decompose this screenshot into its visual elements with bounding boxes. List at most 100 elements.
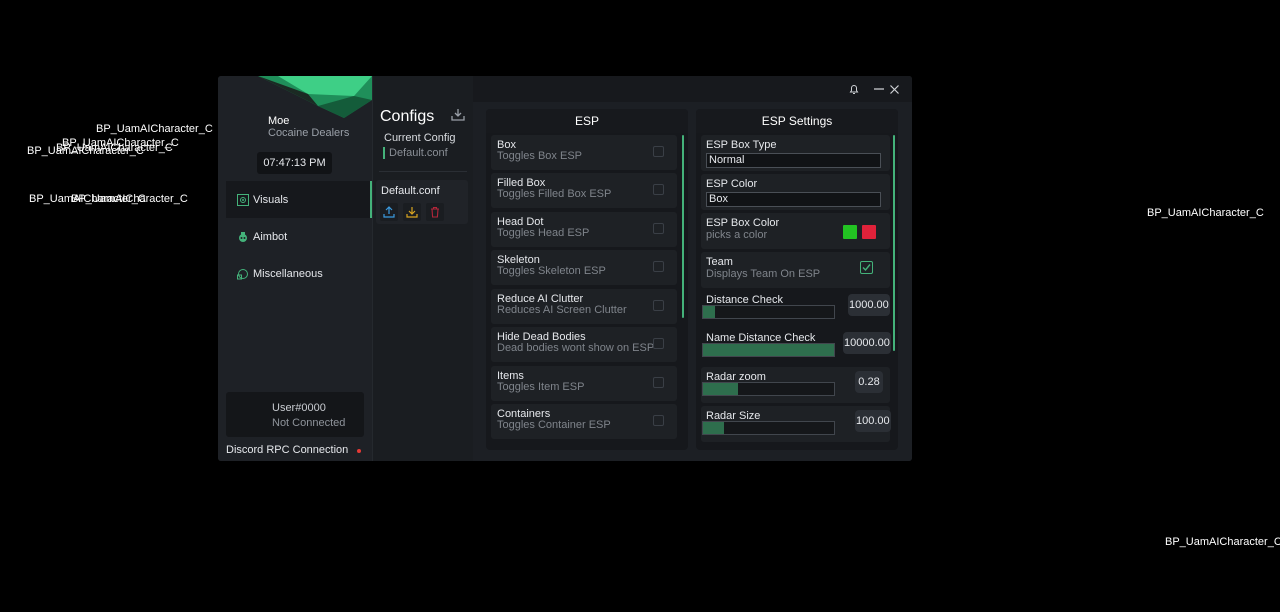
esp-toggle-reduce-ai-clutter[interactable]: Reduce AI Clutter Reduces AI Screen Clut… <box>491 289 677 324</box>
title-bar <box>473 76 912 102</box>
slider-track[interactable] <box>702 305 835 319</box>
setting-label: ESP Box Type <box>706 139 777 151</box>
esp-toggle-head-dot[interactable]: Head Dot Toggles Head ESP <box>491 212 677 247</box>
load-config-button[interactable] <box>403 203 421 221</box>
upload-config-button[interactable] <box>380 203 398 221</box>
checkmark-icon <box>862 264 871 272</box>
esp-toggle-box[interactable]: Box Toggles Box ESP <box>491 135 677 170</box>
main-area: ESP Box Toggles Box ESP Filled Box Toggl… <box>473 76 912 461</box>
box-color-setting: ESP Box Color picks a color <box>701 213 890 249</box>
overlay-label: BP_UamAICharacter_C <box>71 193 188 205</box>
setting-label: Team <box>706 256 733 268</box>
esp-scrollbar[interactable] <box>682 135 684 318</box>
esp-color-setting: ESP Color Box <box>701 174 890 210</box>
download-icon <box>451 109 465 121</box>
configs-title: Configs <box>380 108 435 125</box>
slider-fill <box>703 383 739 395</box>
radar-size-slider: Radar Size 100.00 <box>701 406 891 442</box>
config-item-name: Default.conf <box>381 185 440 197</box>
misc-icon <box>237 268 249 280</box>
checkbox[interactable] <box>653 300 664 311</box>
radar-zoom-slider: Radar zoom 0.28 <box>701 367 890 403</box>
team-checkbox[interactable] <box>860 261 873 274</box>
sidebar-item-visuals[interactable]: Visuals <box>226 181 372 218</box>
name-distance-check-slider: Name Distance Check 10000.00 <box>701 328 891 364</box>
user-name: User#0000 <box>272 402 326 414</box>
overlay-label: BP_UamAICharacter_C <box>1147 207 1264 219</box>
profile-subtitle: Cocaine Dealers <box>268 127 350 139</box>
minimize-icon <box>874 88 884 90</box>
toggle-description: Toggles Box ESP <box>497 150 582 162</box>
esp-toggle-filled-box[interactable]: Filled Box Toggles Filled Box ESP <box>491 173 677 208</box>
profile-name: Moe <box>268 115 290 127</box>
overlay-label: BP_UamAICharacter_C <box>1165 536 1280 548</box>
esp-color-select[interactable]: Box <box>706 192 881 207</box>
esp-panel: ESP Box Toggles Box ESP Filled Box Toggl… <box>486 109 688 450</box>
setting-label: ESP Box Color <box>706 217 780 229</box>
toggle-description: Reduces AI Screen Clutter <box>497 304 627 316</box>
save-config-button[interactable] <box>447 104 469 126</box>
close-button[interactable] <box>888 83 900 95</box>
esp-toggle-containers[interactable]: Containers Toggles Container ESP <box>491 404 677 439</box>
sidebar-item-label: Miscellaneous <box>253 267 323 280</box>
sidebar-item-aimbot[interactable]: Aimbot <box>226 218 372 255</box>
visuals-icon <box>237 193 249 206</box>
slider-value: 10000.00 <box>843 332 891 354</box>
setting-description: picks a color <box>706 229 768 241</box>
esp-toggle-hide-dead-bodies[interactable]: Hide Dead Bodies Dead bodies wont show o… <box>491 327 677 362</box>
slider-value: 100.00 <box>855 410 891 432</box>
settings-scrollbar[interactable] <box>893 135 895 351</box>
checkbox[interactable] <box>653 415 664 426</box>
distance-check-slider: Distance Check 1000.00 <box>701 290 890 326</box>
user-card: User#0000 Not Connected <box>226 392 364 437</box>
slider-track[interactable] <box>702 382 835 396</box>
minimize-button[interactable] <box>873 83 885 95</box>
config-item[interactable]: Default.conf <box>376 180 468 224</box>
bell-icon <box>849 85 859 94</box>
checkbox[interactable] <box>653 377 664 388</box>
cheat-menu-window: Moe Cocaine Dealers 07:47:13 PM Visuals … <box>218 76 912 461</box>
overlay-label: BP_UamAICharacter_C <box>96 123 213 135</box>
slider-value: 1000.00 <box>848 294 890 316</box>
setting-description: Displays Team On ESP <box>706 268 821 280</box>
slider-track[interactable] <box>702 343 835 357</box>
slider-fill <box>703 306 715 318</box>
upload-icon <box>383 206 395 218</box>
toggle-description: Toggles Filled Box ESP <box>497 188 612 200</box>
divider <box>379 171 467 172</box>
delete-config-button[interactable] <box>426 203 444 221</box>
esp-toggle-items[interactable]: Items Toggles Item ESP <box>491 366 677 401</box>
toggle-description: Toggles Item ESP <box>497 381 585 393</box>
esp-toggle-skeleton[interactable]: Skeleton Toggles Skeleton ESP <box>491 250 677 285</box>
secondary-color-swatch[interactable] <box>862 225 876 239</box>
aimbot-icon <box>237 231 249 243</box>
checkbox[interactable] <box>653 146 664 157</box>
slider-value: 0.28 <box>855 371 883 393</box>
checkbox[interactable] <box>653 223 664 234</box>
clock: 07:47:13 PM <box>257 152 332 174</box>
esp-settings-title: ESP Settings <box>696 109 898 133</box>
esp-panel-title: ESP <box>486 109 688 133</box>
toggle-description: Toggles Skeleton ESP <box>497 265 606 277</box>
slider-track[interactable] <box>702 421 835 435</box>
slider-fill <box>703 344 834 356</box>
checkbox[interactable] <box>653 338 664 349</box>
esp-settings-panel: ESP Settings ESP Box Type Normal ESP Col… <box>696 109 898 450</box>
discord-status-dot <box>357 449 361 453</box>
box-type-setting: ESP Box Type Normal <box>701 135 890 171</box>
notifications-button[interactable] <box>848 83 860 95</box>
discord-rpc-label: Discord RPC Connection <box>226 444 349 456</box>
checkbox[interactable] <box>653 184 664 195</box>
configs-panel: Configs Current Config Default.conf Defa… <box>372 76 473 461</box>
overlay-label: BP_UamAICharacter_C <box>27 145 144 157</box>
trash-icon <box>431 206 439 218</box>
sidebar-item-label: Visuals <box>253 193 289 206</box>
sidebar-item-miscellaneous[interactable]: Miscellaneous <box>226 255 372 292</box>
checkbox[interactable] <box>653 261 664 272</box>
primary-color-swatch[interactable] <box>843 225 857 239</box>
logo <box>258 76 372 118</box>
toggle-description: Toggles Container ESP <box>497 419 611 431</box>
box-type-select[interactable]: Normal <box>706 153 881 168</box>
close-icon <box>889 84 899 94</box>
toggle-description: Toggles Head ESP <box>497 227 590 239</box>
